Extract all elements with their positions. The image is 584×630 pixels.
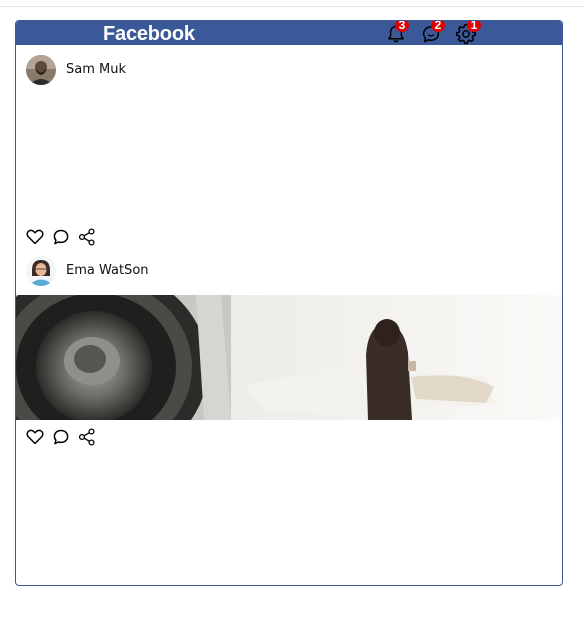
feed-card: Facebook 3 2 1 Sam Muk Ema WatSon bbox=[15, 20, 563, 586]
settings-badge: 1 bbox=[467, 21, 481, 32]
post-image[interactable] bbox=[16, 295, 562, 420]
settings-button[interactable]: 1 bbox=[455, 21, 481, 45]
author-avatar[interactable] bbox=[26, 55, 56, 85]
post-actions bbox=[25, 227, 115, 247]
notifications-button[interactable]: 3 bbox=[385, 21, 409, 45]
share-icon bbox=[78, 228, 95, 246]
comment-icon bbox=[53, 429, 69, 445]
like-button[interactable] bbox=[25, 427, 45, 447]
brand-logo-text[interactable]: Facebook bbox=[103, 21, 195, 47]
heart-icon bbox=[26, 229, 44, 245]
author-name[interactable]: Ema WatSon bbox=[66, 263, 149, 278]
top-navbar: Facebook 3 2 1 bbox=[16, 21, 562, 45]
messages-button[interactable]: 2 bbox=[420, 21, 445, 45]
comment-button[interactable] bbox=[51, 227, 71, 247]
comment-icon bbox=[53, 229, 69, 245]
like-button[interactable] bbox=[25, 227, 45, 247]
comment-button[interactable] bbox=[51, 427, 71, 447]
messages-badge: 2 bbox=[431, 21, 445, 32]
share-button[interactable] bbox=[77, 227, 97, 247]
author-name[interactable]: Sam Muk bbox=[66, 62, 126, 77]
share-icon bbox=[78, 428, 95, 446]
heart-icon bbox=[26, 429, 44, 445]
post-actions bbox=[25, 427, 115, 447]
speaker-and-figure-photo bbox=[16, 295, 562, 420]
share-button[interactable] bbox=[77, 427, 97, 447]
top-divider bbox=[0, 6, 584, 7]
author-avatar[interactable] bbox=[26, 256, 56, 286]
